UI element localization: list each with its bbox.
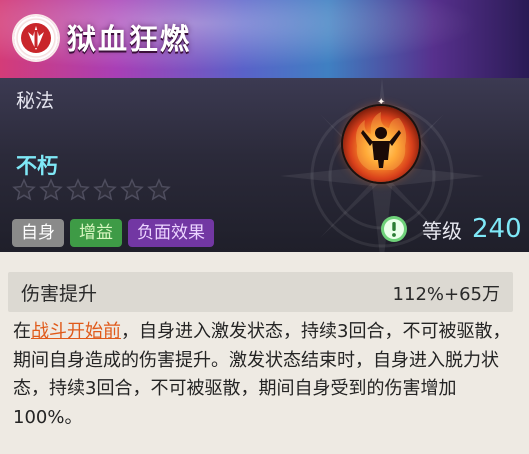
star-rating <box>12 178 174 202</box>
battle-start-keyword-link[interactable]: 战斗开始前 <box>31 321 121 342</box>
skill-title: 狱血狂燃 <box>67 22 192 56</box>
exclamation-circle-icon[interactable] <box>380 215 408 243</box>
star-empty-icon <box>12 178 36 201</box>
skill-level: 等级 240 <box>380 214 522 244</box>
tag-self: 自身 <box>12 219 64 247</box>
skill-rank-name: 不朽 <box>16 154 58 178</box>
tag-debuff: 负面效果 <box>128 219 214 247</box>
skill-title-bar: 狱血狂燃 <box>0 0 529 78</box>
stat-value: 112%+65万 <box>392 284 500 305</box>
star-empty-icon <box>147 178 171 201</box>
skill-tags: 自身 增益 负面效果 <box>12 219 220 247</box>
clan-crest-icon <box>14 16 58 60</box>
skill-category: 秘法 <box>16 90 55 112</box>
tag-buff: 增益 <box>70 219 122 247</box>
stat-label: 伤害提升 <box>21 283 98 305</box>
level-label: 等级 <box>422 218 462 243</box>
description-prefix: 在 <box>13 321 31 342</box>
skill-info-panel: 秘法 不朽 自身 增益 负面效果 ✦ 等级 240 <box>0 78 529 252</box>
star-empty-icon <box>120 178 144 201</box>
level-value: 240 <box>472 214 522 244</box>
stat-row: 伤害提升 112%+65万 <box>8 272 513 312</box>
star-empty-icon <box>66 178 90 201</box>
skill-description: 在战斗开始前，自身进入激发状态，持续3回合，不可被驱散，期间自身造成的伤害提升。… <box>13 318 521 432</box>
flame-figure-icon <box>343 106 419 182</box>
star-empty-icon <box>93 178 117 201</box>
star-empty-icon <box>39 178 63 201</box>
